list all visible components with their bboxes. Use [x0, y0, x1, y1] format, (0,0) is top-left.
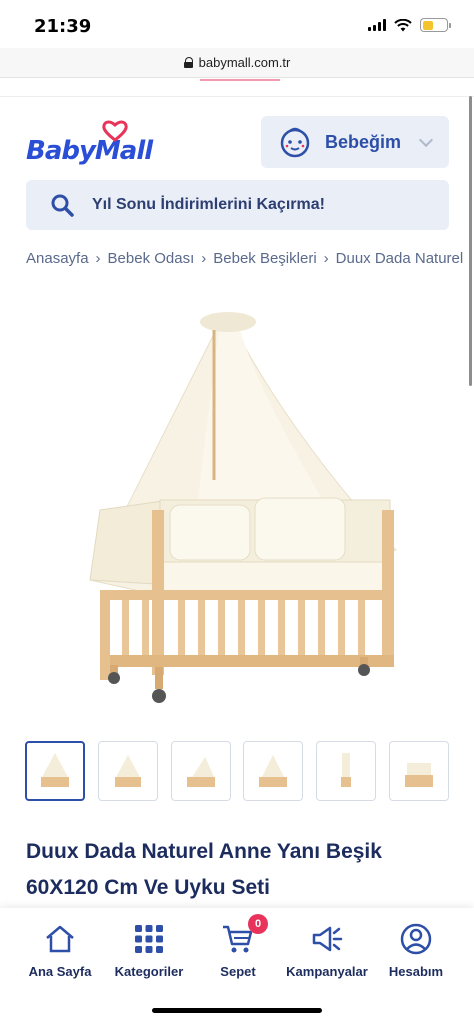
- thumbnail-gallery: [25, 741, 449, 801]
- nav-categories-label: Kategoriler: [114, 964, 184, 979]
- thumbnail-image: [341, 753, 352, 787]
- search-bar[interactable]: Yıl Sonu İndirimlerini Kaçırma!: [26, 180, 449, 230]
- breadcrumb-bebek-odasi[interactable]: Bebek Odası: [108, 250, 195, 267]
- account-dropdown[interactable]: Bebeğim: [261, 116, 449, 168]
- search-icon: [51, 194, 74, 217]
- nav-home-label: Ana Sayfa: [28, 964, 92, 979]
- thumbnail-image: [41, 753, 69, 787]
- nav-categories[interactable]: Kategoriler: [109, 922, 189, 979]
- home-icon: [46, 925, 74, 953]
- breadcrumb-home[interactable]: Anasayfa: [26, 250, 89, 267]
- grid-icon: [135, 925, 163, 953]
- breadcrumb-bebek-besikleri[interactable]: Bebek Beşikleri: [213, 250, 316, 267]
- baby-face-icon: [280, 127, 310, 158]
- nav-campaigns-label: Kampanyalar: [286, 964, 368, 979]
- thumbnail-1[interactable]: [25, 741, 85, 801]
- scrollbar[interactable]: [469, 96, 472, 386]
- nav-account-label: Hesabım: [388, 964, 444, 979]
- bottom-navigation: Ana Sayfa Kategoriler 0 Sepet Kampanyala…: [0, 908, 474, 1024]
- home-indicator[interactable]: [152, 1008, 322, 1013]
- search-placeholder: Yıl Sonu İndirimlerini Kaçırma!: [92, 196, 325, 213]
- logo-text: BabyMall: [26, 136, 153, 166]
- product-title: Duux Dada Naturel Anne Yanı Beşik 60X120…: [26, 840, 382, 899]
- breadcrumb: Anasayfa › Bebek Odası › Bebek Beşikleri…: [26, 250, 474, 267]
- url-bar[interactable]: babymall.com.tr: [0, 48, 474, 78]
- status-icons: [368, 18, 451, 32]
- thumbnail-image: [186, 757, 215, 787]
- breadcrumb-separator: ›: [201, 250, 207, 267]
- nav-cart-label: Sepet: [220, 964, 256, 979]
- nav-cart[interactable]: 0 Sepet: [198, 914, 278, 979]
- product-image[interactable]: [60, 300, 420, 720]
- thumbnail-image: [404, 763, 433, 787]
- user-icon: [400, 923, 432, 955]
- account-label: Bebeğim: [325, 131, 402, 152]
- thumbnail-image: [114, 755, 141, 787]
- nav-campaigns[interactable]: Kampanyalar: [286, 922, 368, 979]
- wifi-icon: [394, 18, 412, 31]
- breadcrumb-separator: ›: [323, 250, 329, 267]
- thumbnail-image: [259, 755, 288, 787]
- battery-icon: [420, 18, 451, 32]
- chevron-down-icon: [418, 132, 434, 147]
- thumbnail-2[interactable]: [97, 741, 158, 801]
- heart-icon: [102, 120, 128, 142]
- promo-strip: [0, 79, 474, 97]
- breadcrumb-separator: ›: [95, 250, 101, 267]
- breadcrumb-current[interactable]: Duux Dada Naturel: [336, 250, 464, 267]
- thumbnail-5[interactable]: [316, 741, 377, 801]
- babymall-logo[interactable]: BabyMall: [26, 120, 156, 168]
- megaphone-icon: [312, 926, 343, 952]
- lock-icon: [183, 57, 194, 68]
- nav-account[interactable]: Hesabım: [376, 922, 456, 979]
- cart-badge: 0: [248, 914, 268, 934]
- url-text: babymall.com.tr: [198, 55, 291, 70]
- thumbnail-6[interactable]: [388, 741, 449, 801]
- status-time: 21:39: [34, 16, 92, 37]
- thumbnail-3[interactable]: [170, 741, 231, 801]
- nav-home[interactable]: Ana Sayfa: [20, 922, 100, 979]
- status-bar: 21:39: [0, 0, 474, 48]
- cellular-signal-icon: [368, 19, 386, 31]
- thumbnail-4[interactable]: [243, 741, 304, 801]
